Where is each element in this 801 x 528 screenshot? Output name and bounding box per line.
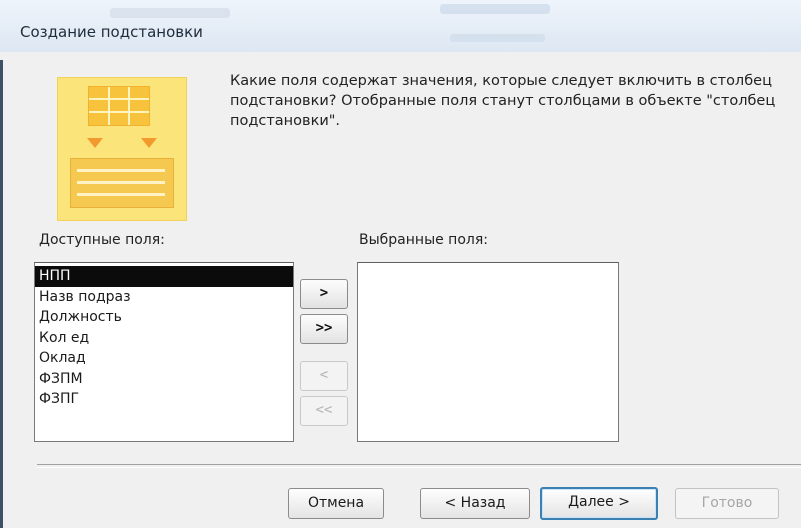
list-item[interactable]: НПП [35, 266, 293, 287]
arrow-down-icon [87, 138, 103, 148]
finish-button[interactable]: Готово [675, 488, 779, 519]
list-item[interactable]: ФЗПГ [35, 389, 293, 410]
titlebar-artifact [110, 8, 230, 18]
titlebar-artifact [450, 34, 545, 42]
wizard-question: Какие поля содержат значения, которые сл… [230, 73, 776, 129]
add-all-fields-button[interactable]: >> [300, 314, 348, 344]
title-bar: Создание подстановки [0, 0, 801, 52]
titlebar-artifact [440, 4, 550, 14]
arrow-down-icon [141, 138, 157, 148]
next-button[interactable]: Далее > [540, 487, 658, 520]
available-fields-label: Доступные поля: [39, 232, 165, 248]
window-title: Создание подстановки [20, 23, 203, 41]
table-grid-graphic [88, 86, 150, 126]
selected-fields-label: Выбранные поля: [359, 232, 488, 248]
cancel-button[interactable]: Отмена [288, 488, 384, 519]
selected-fields-list[interactable] [357, 262, 619, 442]
list-item[interactable]: ФЗПМ [35, 369, 293, 390]
add-field-button[interactable]: > [300, 279, 348, 309]
footer-separator [37, 464, 801, 468]
list-item[interactable]: Назв подраз [35, 287, 293, 308]
list-item[interactable]: Кол ед [35, 328, 293, 349]
lookup-wizard-icon [57, 77, 187, 221]
back-button[interactable]: < Назад [420, 488, 530, 519]
lookup-table-graphic [70, 158, 174, 208]
list-item[interactable]: Должность [35, 307, 293, 328]
remove-field-button[interactable]: < [300, 361, 348, 391]
available-fields-list[interactable]: НПП Назв подраз Должность Кол ед Оклад ФЗПМ ФЗ… [34, 262, 294, 442]
remove-all-fields-button[interactable]: << [300, 396, 348, 426]
list-item[interactable]: Оклад [35, 348, 293, 369]
window-border [0, 60, 3, 528]
